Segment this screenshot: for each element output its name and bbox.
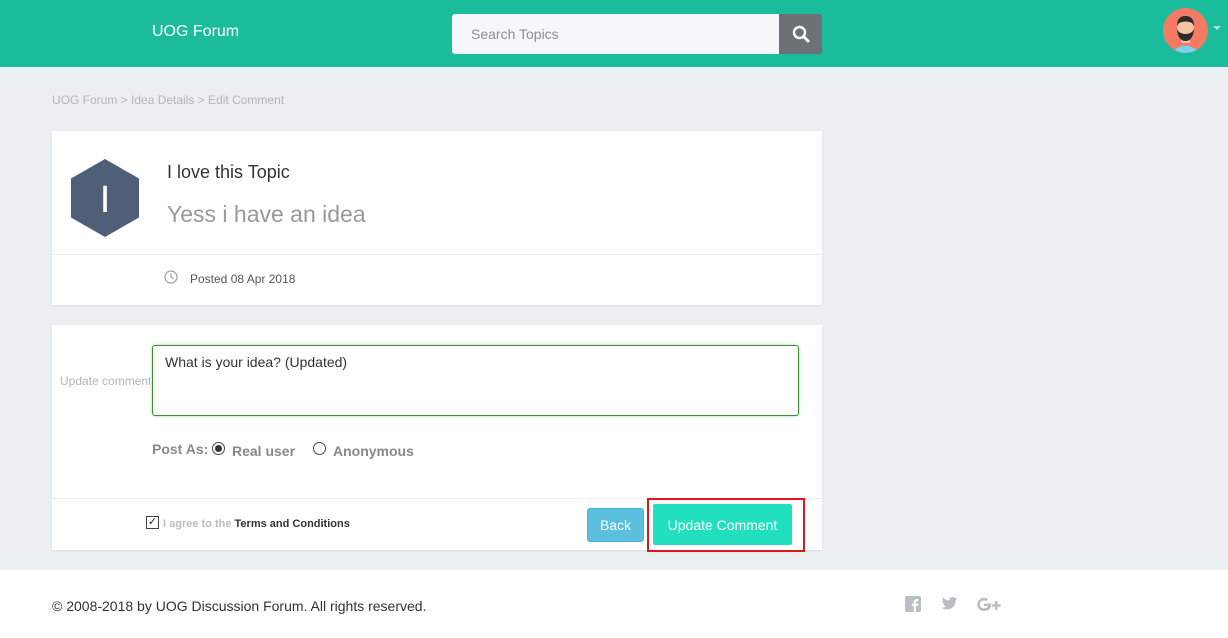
topic-title: I love this Topic (167, 162, 290, 182)
radio-anonymous-label[interactable]: Anonymous (333, 443, 414, 459)
radio-real-user-label[interactable]: Real user (232, 443, 295, 459)
twitter-icon[interactable] (940, 596, 958, 612)
comment-form-card: Update comment What is your idea? (Updat… (52, 325, 822, 552)
brand-link[interactable]: UOG Forum (152, 23, 239, 41)
comment-textarea[interactable]: What is your idea? (Updated) (152, 345, 799, 416)
facebook-icon[interactable] (905, 596, 921, 612)
avatar-icon (1171, 16, 1200, 53)
google-plus-icon[interactable] (976, 596, 1002, 614)
top-navbar: UOG Forum (0, 0, 1228, 67)
agree-text: I agree to the Terms and Conditions (163, 518, 350, 530)
update-comment-button[interactable]: Update Comment (653, 504, 792, 545)
radio-real-user[interactable] (212, 442, 225, 455)
copyright-text: © 2008-2018 by UOG Discussion Forum. All… (52, 598, 427, 614)
user-avatar[interactable] (1163, 8, 1208, 53)
topic-subtitle: Yess i have an idea (167, 201, 366, 227)
post-as-label: Post As: (152, 441, 209, 457)
search-icon (792, 25, 809, 43)
back-button[interactable]: Back (587, 508, 644, 542)
posted-date: Posted 08 Apr 2018 (190, 272, 296, 286)
terms-link[interactable]: Terms and Conditions (235, 518, 350, 530)
footer: © 2008-2018 by UOG Discussion Forum. All… (0, 570, 1228, 638)
update-comment-label: Update comment (60, 374, 150, 388)
topic-avatar-letter: I (100, 179, 111, 221)
search-bar (452, 14, 822, 54)
breadcrumb[interactable]: UOG Forum > Idea Details > Edit Comment (52, 93, 284, 107)
chevron-down-icon[interactable] (1213, 26, 1221, 30)
clock-icon (164, 270, 178, 284)
divider (52, 254, 822, 255)
topic-avatar-hexagon: I (71, 159, 139, 237)
radio-anonymous[interactable] (313, 442, 326, 455)
agree-checkbox[interactable]: ✓ (146, 516, 159, 529)
topic-card: I I love this Topic Yess i have an idea … (52, 131, 822, 305)
search-button[interactable] (779, 14, 822, 54)
search-input[interactable] (452, 14, 779, 54)
agree-label: I agree to the (163, 518, 232, 530)
